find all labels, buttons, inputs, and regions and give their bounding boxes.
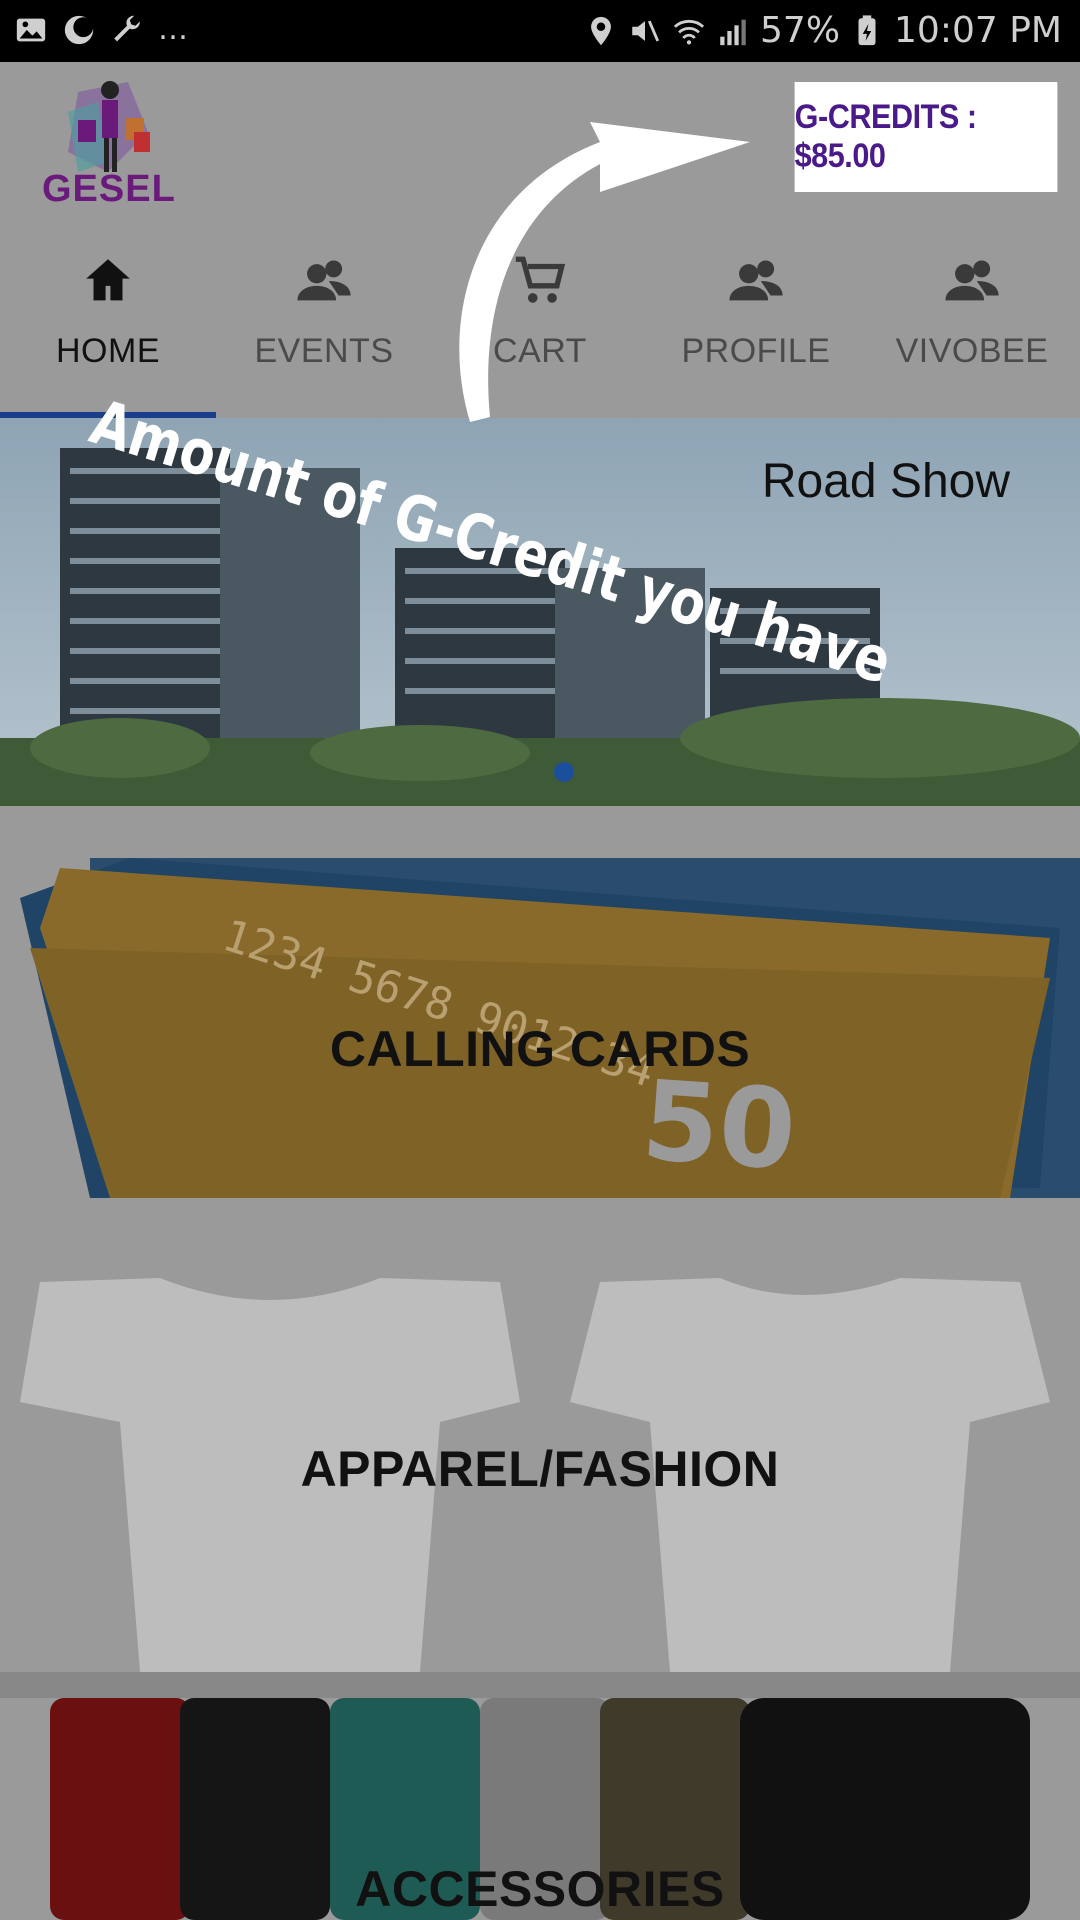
home-icon	[86, 259, 130, 301]
curved-arrow-icon	[459, 122, 750, 422]
wrench-icon	[114, 15, 140, 41]
tab-label: EVENTS	[254, 332, 394, 370]
clock: 10:07 PM	[894, 10, 1062, 51]
mute-icon	[632, 20, 660, 41]
signal-icon	[720, 19, 746, 45]
category-label: APPAREL/FASHION	[300, 1441, 780, 1497]
tab-vivobee[interactable]: VIVOBEE	[864, 222, 1080, 418]
people-icon	[297, 260, 351, 301]
category-label: ACCESSORIES	[355, 1861, 725, 1917]
battery-icon	[858, 14, 876, 45]
moon-icon	[64, 15, 94, 44]
carousel-dot[interactable]	[554, 762, 574, 782]
people-icon	[945, 260, 999, 301]
battery-percent: 57%	[760, 10, 841, 51]
category-label: CALLING CARDS	[329, 1021, 751, 1077]
tab-label: HOME	[56, 332, 160, 370]
g-credits-badge[interactable]: G-CREDITS : $85.00	[794, 82, 1058, 192]
logo-text: GESEL	[42, 168, 176, 210]
tab-label: VIVOBEE	[895, 332, 1049, 370]
status-bar: … 57% 10:07 PM	[0, 0, 1080, 62]
banner-caption: Road Show	[761, 455, 1010, 508]
location-icon	[591, 16, 611, 45]
status-overflow: …	[158, 12, 188, 47]
tab-events[interactable]: EVENTS	[216, 222, 432, 418]
wifi-icon	[673, 19, 705, 44]
gallery-icon	[16, 18, 46, 41]
